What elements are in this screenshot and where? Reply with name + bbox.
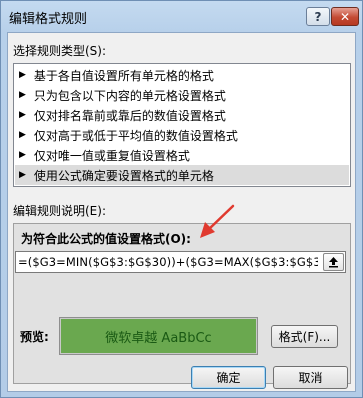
- rule-type-item-label: 只为包含以下内容的单元格设置格式: [33, 88, 226, 103]
- format-button-label: 格式(F)...: [278, 330, 331, 344]
- format-button[interactable]: 格式(F)...: [271, 325, 338, 348]
- ok-button-label: 确定: [216, 371, 241, 385]
- collapse-dialog-button[interactable]: [323, 253, 344, 271]
- triangle-right-icon: ▶: [19, 130, 26, 140]
- preview-sample-text: 微软卓越 AaBbCc: [105, 330, 212, 346]
- rule-type-item-label: 仅对唯一值或重复值设置格式: [33, 148, 190, 163]
- preview-label: 预览:: [20, 330, 49, 344]
- rule-description-label: 编辑规则说明(E):: [13, 204, 106, 218]
- rule-type-item[interactable]: ▶ 仅对排名靠前或靠后的数值设置格式: [15, 105, 349, 125]
- triangle-right-icon: ▶: [19, 90, 26, 100]
- rule-description-panel: [13, 223, 351, 384]
- help-button[interactable]: ?: [306, 7, 330, 26]
- rule-type-item-selected[interactable]: ▶ 使用公式确定要设置格式的单元格: [15, 165, 349, 185]
- rule-type-label: 选择规则类型(S):: [13, 44, 107, 58]
- formula-text[interactable]: =($G3=MIN($G$3:$G$30))+($G3=MAX($G$3:$G$…: [18, 255, 318, 271]
- edit-format-rule-dialog: 编辑格式规则 ? ✕ 选择规则类型(S): ▶ 基于各自值设置所有单元格的格式 …: [0, 0, 363, 398]
- close-icon: ✕: [339, 9, 351, 24]
- rule-type-item[interactable]: ▶ 仅对高于或低于平均值的数值设置格式: [15, 125, 349, 145]
- formula-label: 为符合此公式的值设置格式(O):: [21, 232, 191, 246]
- rule-type-item[interactable]: ▶ 基于各自值设置所有单元格的格式: [15, 65, 349, 85]
- collapse-dialog-icon: [329, 257, 338, 268]
- triangle-right-icon: ▶: [19, 150, 26, 160]
- close-button[interactable]: ✕: [331, 7, 359, 26]
- triangle-right-icon: ▶: [19, 110, 26, 120]
- rule-type-item-label: 仅对排名靠前或靠后的数值设置格式: [33, 108, 226, 123]
- cancel-button[interactable]: 取消: [273, 366, 348, 389]
- dialog-body: 选择规则类型(S): ▶ 基于各自值设置所有单元格的格式 ▶ 只为包含以下内容的…: [7, 32, 356, 392]
- format-preview: 微软卓越 AaBbCc: [59, 317, 258, 355]
- help-icon: ?: [314, 9, 322, 24]
- window-title: 编辑格式规则: [9, 12, 88, 27]
- rule-type-item[interactable]: ▶ 仅对唯一值或重复值设置格式: [15, 145, 349, 165]
- rule-type-item-label: 仅对高于或低于平均值的数值设置格式: [33, 128, 238, 143]
- cancel-button-label: 取消: [298, 371, 323, 385]
- rule-type-list[interactable]: ▶ 基于各自值设置所有单元格的格式 ▶ 只为包含以下内容的单元格设置格式 ▶ 仅…: [13, 63, 351, 187]
- formula-input[interactable]: =($G3=MIN($G$3:$G$30))+($G3=MAX($G$3:$G$…: [15, 251, 346, 273]
- ok-button[interactable]: 确定: [191, 366, 266, 389]
- triangle-right-icon: ▶: [19, 70, 26, 80]
- rule-type-item[interactable]: ▶ 只为包含以下内容的单元格设置格式: [15, 85, 349, 105]
- rule-type-item-label: 使用公式确定要设置格式的单元格: [33, 168, 214, 183]
- title-bar[interactable]: 编辑格式规则 ? ✕: [1, 1, 362, 33]
- triangle-right-icon: ▶: [19, 170, 26, 180]
- rule-type-item-label: 基于各自值设置所有单元格的格式: [33, 68, 214, 83]
